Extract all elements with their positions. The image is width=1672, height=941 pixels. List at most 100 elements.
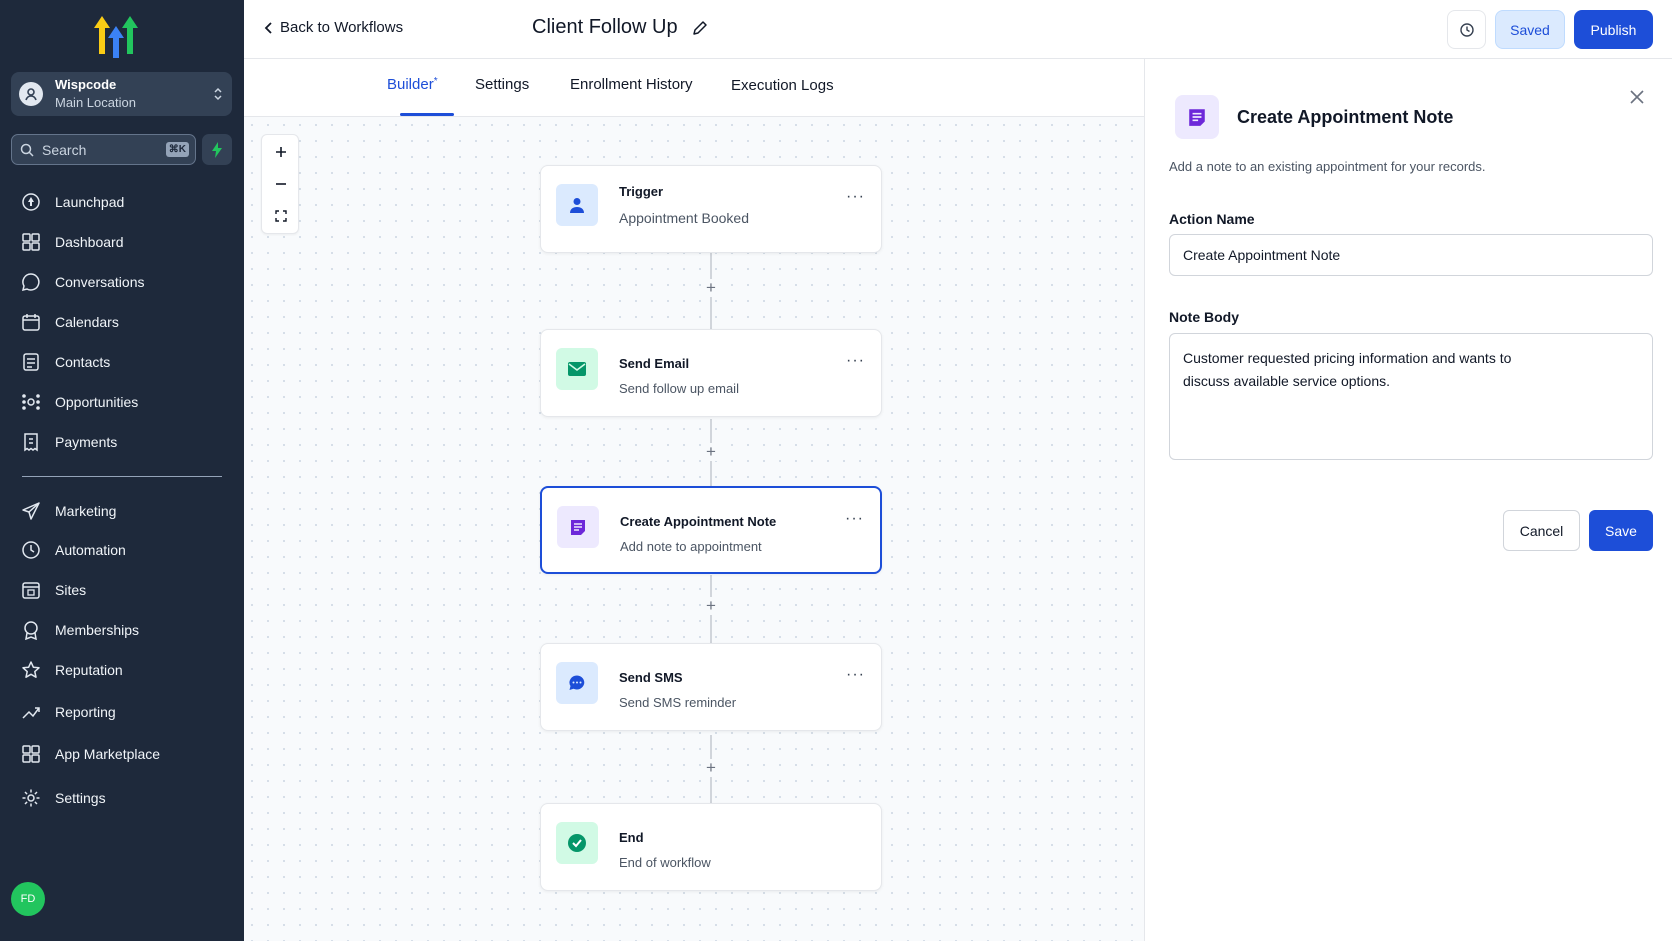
sidebar-item-label: Launchpad [55,194,125,210]
sidebar-item-marketing[interactable]: Marketing [20,497,230,525]
tab-enrollment-history[interactable]: Enrollment History [570,76,693,93]
active-tab-indicator [400,113,454,116]
sidebar-item-sites[interactable]: Sites [20,576,230,604]
expand-icon [275,210,287,222]
history-icon [1459,22,1474,37]
sidebar-item-label: Dashboard [55,234,124,250]
zoom-in-button[interactable] [262,137,300,167]
panel-title: Create Appointment Note [1237,107,1454,127]
action-name-input[interactable] [1169,234,1653,276]
sidebar-item-launchpad[interactable]: Launchpad [20,188,230,216]
sidebar-item-label: Memberships [55,622,140,638]
fit-view-button[interactable] [262,201,300,231]
sidebar-item-label: Reporting [55,704,116,720]
sidebar-item-app-marketplace[interactable]: App Marketplace [20,740,230,768]
mail-icon [568,362,586,376]
node-icon-box [556,348,598,390]
back-label: Back to Workflows [280,19,404,36]
more-options-icon[interactable]: ··· [845,510,864,528]
save-button[interactable]: Save [1589,510,1653,551]
panel-description: Add a note to an existing appointment fo… [1169,159,1486,174]
cancel-button[interactable]: Cancel [1503,510,1580,551]
workflow-node-create-appointment-note[interactable]: Create Appointment Note Add note to appo… [540,486,882,574]
add-step-button[interactable]: + [702,278,720,297]
node-icon-box [556,822,598,864]
minus-icon [276,183,286,185]
back-to-workflows-link[interactable]: Back to Workflows [264,19,403,36]
workflow-node-end[interactable]: End End of workflow [540,803,882,891]
location-switcher[interactable]: Wispcode Main Location [11,72,232,116]
history-button[interactable] [1447,10,1486,49]
plus-icon [276,147,286,157]
tab-settings[interactable]: Settings [475,76,529,93]
sidebar-item-memberships[interactable]: Memberships [20,616,230,644]
workflow-canvas[interactable]: + + + + Trigger Appointment Booked ··· S… [244,117,1144,941]
conversations-icon [20,271,42,293]
workflow-node-send-email[interactable]: Send Email Send follow up email ··· [540,329,882,417]
app-marketplace-icon [20,743,42,765]
sidebar-item-label: Opportunities [55,394,139,410]
workflow-node-trigger[interactable]: Trigger Appointment Booked ··· [540,165,882,253]
add-step-button[interactable]: + [702,442,720,461]
location-sub: Main Location [55,95,136,110]
action-config-panel: Create Appointment Note Add a note to an… [1144,59,1672,941]
search-placeholder: Search [42,142,87,158]
node-subtitle: End of workflow [619,855,711,870]
sidebar: Wispcode Main Location Search ⌘K Launchp… [0,0,244,941]
sidebar-item-opportunities[interactable]: Opportunities [20,388,230,416]
sidebar-item-contacts[interactable]: Contacts [20,348,230,376]
sidebar-item-label: Reputation [55,662,123,678]
publish-button[interactable]: Publish [1574,10,1653,49]
dashboard-icon [20,231,42,253]
workflow-title: Client Follow Up [532,16,678,38]
sidebar-item-calendars[interactable]: Calendars [20,308,230,336]
sidebar-item-reporting[interactable]: Reporting [20,698,230,726]
unsaved-marker: * [433,76,438,87]
sidebar-item-settings[interactable]: Settings [20,784,230,812]
chevron-up-down-icon [214,87,222,101]
saved-button[interactable]: Saved [1495,10,1565,49]
check-circle-icon [568,834,586,852]
zoom-out-button[interactable] [262,169,300,199]
contacts-icon [20,351,42,373]
tab-builder[interactable]: Builder* [387,76,438,93]
launchpad-icon [20,191,42,213]
add-step-button[interactable]: + [702,596,720,615]
search-icon [20,143,34,157]
payments-icon [20,431,42,453]
node-title: Send SMS [619,670,683,685]
app-logo [94,16,138,58]
location-name: Wispcode [55,77,117,92]
close-icon[interactable] [1629,89,1645,105]
node-title: Create Appointment Note [620,514,777,529]
sidebar-item-automation[interactable]: Automation [20,536,230,564]
gear-icon [20,787,42,809]
sidebar-item-reputation[interactable]: Reputation [20,656,230,684]
node-subtitle: Send SMS reminder [619,695,737,710]
sidebar-item-label: Marketing [55,503,117,519]
node-subtitle: Appointment Booked [619,210,749,226]
more-options-icon[interactable]: ··· [846,188,865,206]
reporting-icon [20,701,42,723]
sidebar-item-dashboard[interactable]: Dashboard [20,228,230,256]
user-avatar[interactable]: FD [11,882,45,916]
node-icon-box [556,184,598,226]
sidebar-divider [22,476,222,477]
sidebar-item-label: Payments [55,434,118,450]
node-subtitle: Send follow up email [619,381,739,396]
workflow-node-send-sms[interactable]: Send SMS Send SMS reminder ··· [540,643,882,731]
sidebar-item-conversations[interactable]: Conversations [20,268,230,296]
chat-icon [569,675,585,690]
search-input[interactable]: Search ⌘K [11,134,196,165]
node-title: Trigger [619,184,664,199]
search-shortcut: ⌘K [165,142,189,157]
more-options-icon[interactable]: ··· [846,352,865,370]
more-options-icon[interactable]: ··· [846,666,865,684]
tab-execution-logs[interactable]: Execution Logs [731,77,834,94]
add-step-button[interactable]: + [702,758,720,777]
note-icon [571,520,585,535]
pencil-icon[interactable] [692,20,708,36]
quick-actions-button[interactable] [202,134,232,165]
note-body-textarea[interactable]: Customer requested pricing information a… [1169,333,1653,460]
sidebar-item-payments[interactable]: Payments [20,428,230,456]
